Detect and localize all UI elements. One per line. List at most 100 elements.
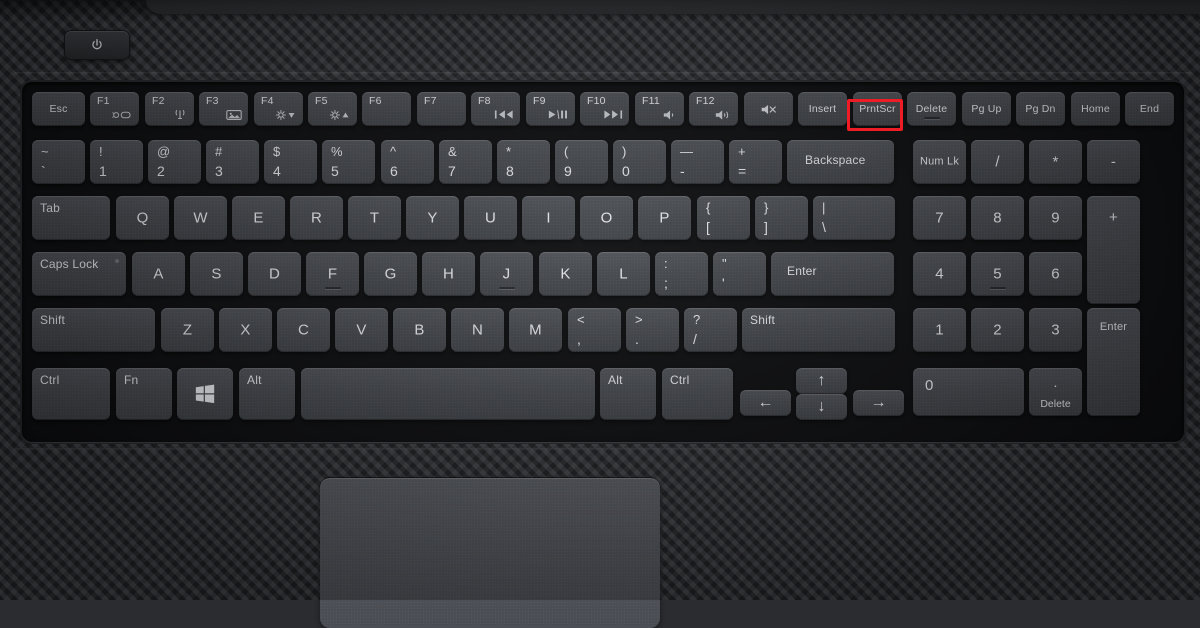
trackpad[interactable] [320,478,660,628]
key-f1[interactable]: F1 [90,92,139,126]
key-numpad-plus[interactable]: + [1087,196,1140,304]
key-numpad-3[interactable]: 3 [1029,308,1082,352]
key-5[interactable]: % 5 [322,140,375,184]
key-2[interactable]: @2 [148,140,201,184]
key-n[interactable]: N [451,308,504,352]
key-m[interactable]: M [509,308,562,352]
key-fn[interactable]: Fn [116,368,172,420]
key-numpad-multiply[interactable]: * [1029,140,1082,184]
key-q[interactable]: Q [116,196,169,240]
key-shift-right[interactable]: Shift [742,308,895,352]
key-numpad-6[interactable]: 6 [1029,252,1082,296]
key-o[interactable]: O [580,196,633,240]
key-page-down[interactable]: Pg Dn [1016,92,1065,126]
key-bracket-left[interactable]: {[ [697,196,750,240]
key-ctrl-left[interactable]: Ctrl [32,368,110,420]
key-space[interactable] [301,368,595,420]
key-numpad-minus[interactable]: - [1087,140,1140,184]
key-tab[interactable]: Tab [32,196,110,240]
key-backslash[interactable]: | \ [813,196,895,240]
key-numpad-enter[interactable]: Enter [1087,308,1140,416]
key-arrow-right[interactable]: → [853,390,904,416]
key-6[interactable]: ^ 6 [381,140,434,184]
key-f8[interactable]: F8 [471,92,520,126]
key-j[interactable]: J [480,252,533,296]
key-i[interactable]: I [522,196,575,240]
key-f2[interactable]: F2 [145,92,194,126]
key-1[interactable]: ! 1 [90,140,143,184]
key-numpad-9[interactable]: 9 [1029,196,1082,240]
key-numpad-4[interactable]: 4 [913,252,966,296]
key-s[interactable]: S [190,252,243,296]
key-arrow-up[interactable]: ↑ [796,368,847,394]
key-home[interactable]: Home [1071,92,1120,126]
key-esc[interactable]: Esc [32,92,85,126]
key-slash[interactable]: ? / [684,308,737,352]
key-w[interactable]: W [174,196,227,240]
key-numpad-2[interactable]: 2 [971,308,1024,352]
key-x[interactable]: X [219,308,272,352]
key-equals[interactable]: + = [729,140,782,184]
key-numpad-5[interactable]: 5 [971,252,1024,296]
key-f11[interactable]: F11 [635,92,684,126]
key-8[interactable]: * 8 [497,140,550,184]
key-f9[interactable]: F9 [526,92,575,126]
key-r[interactable]: R [290,196,343,240]
key-mute[interactable] [744,92,793,126]
key-f4[interactable]: F4 [254,92,303,126]
key-numpad-divide[interactable]: / [971,140,1024,184]
key-y[interactable]: Y [406,196,459,240]
key-enter[interactable]: Enter [771,252,894,296]
key-f7[interactable]: F7 [417,92,466,126]
key-numpad-7[interactable]: 7 [913,196,966,240]
key-k[interactable]: K [539,252,592,296]
key-0[interactable]: ) 0 [613,140,666,184]
key-delete-fnrow[interactable]: Delete [907,92,956,126]
key-bracket-right[interactable]: }] [755,196,808,240]
key-a[interactable]: A [132,252,185,296]
key-f10[interactable]: F10 [580,92,629,126]
key-quote[interactable]: " ' [713,252,766,296]
key-f12[interactable]: F12 [689,92,738,126]
key-b[interactable]: B [393,308,446,352]
key-caps-lock[interactable]: Caps Lock [32,252,126,296]
key-f[interactable]: F [306,252,359,296]
key-d[interactable]: D [248,252,301,296]
key-comma[interactable]: <, [568,308,621,352]
key-numpad-delete[interactable]: . Delete [1029,368,1082,416]
key-c[interactable]: C [277,308,330,352]
key-t[interactable]: T [348,196,401,240]
key-shift-left[interactable]: Shift [32,308,155,352]
key-backspace[interactable]: Backspace [787,140,894,184]
power-button[interactable] [64,30,130,60]
key-minus[interactable]: — - [671,140,724,184]
key-p[interactable]: P [638,196,691,240]
key-arrow-left[interactable]: ← [740,390,791,416]
key-arrow-down[interactable]: ↓ [796,394,847,420]
key-end[interactable]: End [1125,92,1174,126]
key-z[interactable]: Z [161,308,214,352]
key-printscreen[interactable]: PrntScr [853,92,902,126]
key-4[interactable]: $4 [264,140,317,184]
key-e[interactable]: E [232,196,285,240]
key-v[interactable]: V [335,308,388,352]
key-insert[interactable]: Insert [798,92,847,126]
key-9[interactable]: (9 [555,140,608,184]
key-f3[interactable]: F3 [199,92,248,126]
key-num-lock[interactable]: Num Lk [913,140,966,184]
key-page-up[interactable]: Pg Up [962,92,1011,126]
key-backtick[interactable]: ~ ` [32,140,85,184]
key-numpad-0[interactable]: 0 [913,368,1024,416]
key-ctrl-right[interactable]: Ctrl [662,368,733,420]
key-u[interactable]: U [464,196,517,240]
key-period[interactable]: >. [626,308,679,352]
key-numpad-8[interactable]: 8 [971,196,1024,240]
key-g[interactable]: G [364,252,417,296]
key-alt-left[interactable]: Alt [239,368,295,420]
key-windows[interactable] [177,368,233,420]
key-alt-right[interactable]: Alt [600,368,656,420]
key-f5[interactable]: F5 [308,92,357,126]
key-3[interactable]: #3 [206,140,259,184]
key-f6[interactable]: F6 [362,92,411,126]
key-semicolon[interactable]: :; [655,252,708,296]
